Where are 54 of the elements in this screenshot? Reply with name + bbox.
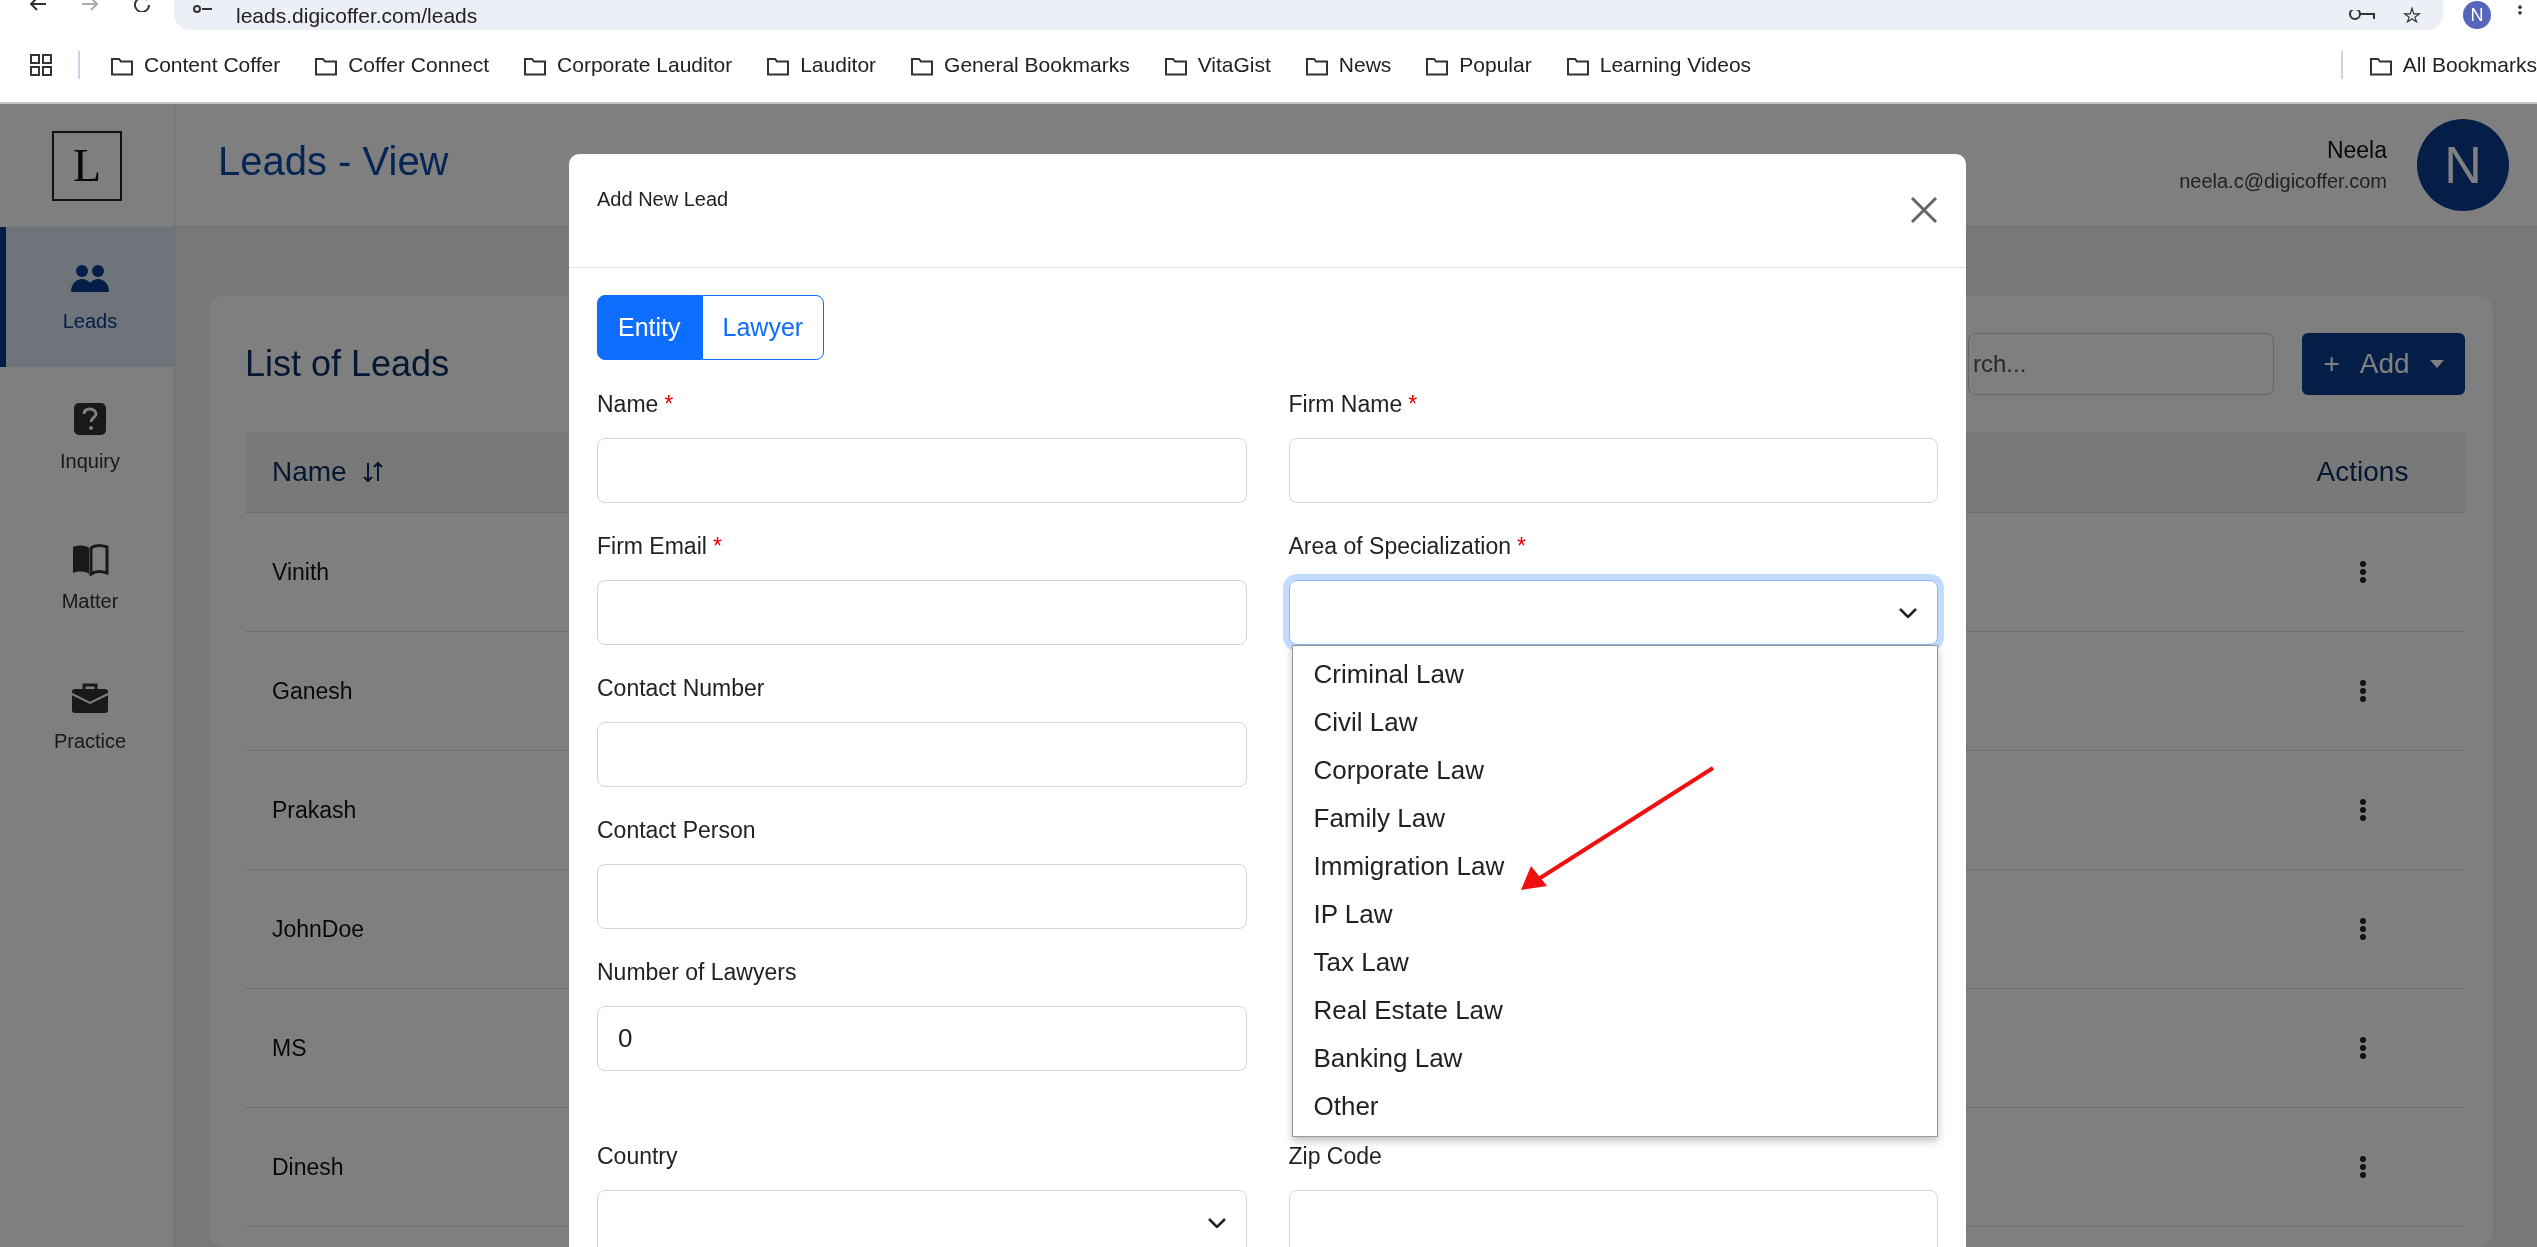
bookmark[interactable]: News xyxy=(1304,53,1392,77)
dropdown-option[interactable]: Civil Law xyxy=(1292,698,1937,746)
field-label: Contact Number xyxy=(597,675,766,703)
input-field[interactable]: 0 xyxy=(597,1006,1247,1071)
table-cell: Dinesh xyxy=(272,1153,344,1181)
bookmark[interactable]: Learning Videos xyxy=(1565,53,1752,77)
field-label: Contact Person xyxy=(597,817,757,845)
bookmark[interactable]: VitaGist xyxy=(1163,53,1271,77)
dropdown-option[interactable]: Banking Law xyxy=(1292,1034,1937,1082)
bookmark[interactable]: Lauditor xyxy=(766,53,877,77)
bookmark[interactable]: Content Coffer xyxy=(110,53,281,77)
card-title: List of Leads xyxy=(245,343,450,385)
column-header[interactable]: Name xyxy=(272,456,347,488)
user-avatar[interactable]: N xyxy=(2417,119,2509,211)
table-cell: Vinith xyxy=(272,558,330,586)
dropdown-option[interactable]: Other xyxy=(1292,1082,1937,1130)
dropdown-option[interactable]: IP Law xyxy=(1292,890,1937,938)
modal-title: Add New Lead xyxy=(597,188,729,211)
profile-avatar[interactable]: N xyxy=(2463,1,2491,29)
address-bar[interactable]: leads.digicoffer.com/leads xyxy=(174,0,2443,30)
bookmark[interactable]: Coffer Connect xyxy=(314,53,490,77)
field-label: Firm Name * xyxy=(1288,391,1419,419)
field-label: Name * xyxy=(597,391,675,419)
all-bookmarks[interactable]: All Bookmarks xyxy=(2368,53,2537,77)
dropdown-option[interactable]: Family Law xyxy=(1292,794,1937,842)
bookmark[interactable]: Popular xyxy=(1425,53,1532,77)
sidebar-item[interactable]: Inquiry xyxy=(0,367,174,507)
dropdown-option[interactable]: Immigration Law xyxy=(1292,842,1937,890)
dropdown-option[interactable]: Corporate Law xyxy=(1292,746,1937,794)
field-label: Country xyxy=(597,1143,679,1171)
sidebar-item[interactable]: Matter xyxy=(0,507,174,647)
dropdown-option[interactable]: Real Estate Law xyxy=(1292,986,1937,1034)
sidebar-item[interactable]: Practice xyxy=(0,647,174,787)
page-title: Leads - View xyxy=(218,138,450,184)
tab[interactable]: Entity xyxy=(597,295,702,360)
dropdown-option[interactable]: Tax Law xyxy=(1292,938,1937,986)
dropdown-option[interactable]: Criminal Law xyxy=(1292,650,1937,698)
field-label: Area of Specialization * xyxy=(1288,533,1527,561)
add-button[interactable]: + Add xyxy=(2302,333,2465,395)
table-cell: Ganesh xyxy=(272,677,353,705)
table-cell: JohnDoe xyxy=(272,915,365,943)
table-cell: Prakash xyxy=(272,796,357,824)
field-label: Zip Code xyxy=(1288,1143,1383,1171)
app-logo: L xyxy=(52,130,122,201)
column-header[interactable]: Actions xyxy=(2316,456,2409,488)
field-label: Number of Lawyers xyxy=(597,959,798,987)
search-field[interactable]: rch... xyxy=(1968,333,2274,395)
field-label: Firm Email * xyxy=(597,533,723,561)
user-name: Neela xyxy=(2326,137,2387,164)
tab[interactable]: Lawyer xyxy=(701,295,825,360)
table-cell: MS xyxy=(272,1034,307,1062)
bookmark[interactable]: Corporate Lauditor xyxy=(523,53,733,77)
user-email: neela.c@digicoffer.com xyxy=(2179,170,2387,193)
bookmark[interactable]: General Bookmarks xyxy=(910,53,1130,77)
